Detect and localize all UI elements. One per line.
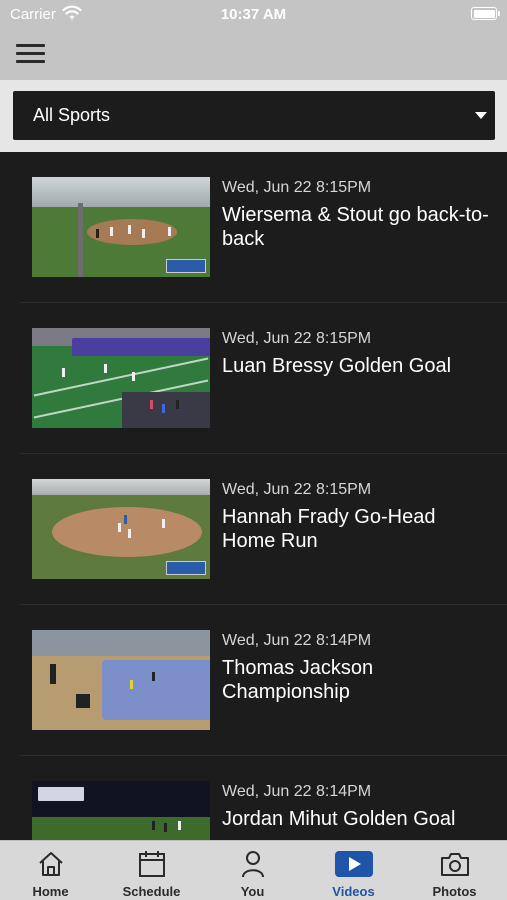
tab-you[interactable]: You — [202, 841, 303, 900]
filter-area: All Sports — [0, 80, 507, 152]
tab-schedule[interactable]: Schedule — [101, 841, 202, 900]
video-item[interactable]: Wed, Jun 22 8:15PM Hannah Frady Go-Head … — [20, 454, 507, 605]
person-icon — [241, 851, 264, 878]
tab-label: Schedule — [122, 884, 181, 899]
calendar-icon — [138, 851, 165, 877]
sport-filter-value: All Sports — [33, 105, 111, 125]
status-bar: Carrier 10:37 AM — [0, 0, 507, 28]
video-thumbnail — [32, 479, 210, 579]
video-date: Wed, Jun 22 8:14PM — [222, 632, 372, 649]
tab-label: Home — [32, 884, 69, 899]
video-list[interactable]: Wed, Jun 22 8:15PM Wiersema & Stout go b… — [0, 152, 507, 840]
video-item[interactable]: Wed, Jun 22 8:14PM Jordan Mihut Golden G… — [20, 756, 507, 840]
video-date: Wed, Jun 22 8:15PM — [222, 481, 372, 498]
video-title: Luan Bressy Golden Goal — [222, 355, 452, 377]
video-title: Jordan Mihut Golden Goal — [222, 808, 456, 830]
home-icon — [38, 852, 63, 876]
battery-icon — [471, 7, 500, 20]
tab-photos[interactable]: Photos — [404, 841, 505, 900]
dropdown-caret-icon — [475, 112, 487, 119]
video-thumbnail — [32, 630, 210, 730]
play-icon — [334, 851, 373, 877]
video-thumbnail — [32, 781, 210, 840]
video-date: Wed, Jun 22 8:15PM — [222, 179, 372, 196]
video-title: Wiersema & Stout go back-to-back — [222, 204, 489, 250]
tab-bar: Home Schedule You Videos Photos — [0, 840, 507, 900]
video-date: Wed, Jun 22 8:14PM — [222, 783, 372, 800]
video-item[interactable]: Wed, Jun 22 8:15PM Luan Bressy Golden Go… — [20, 303, 507, 454]
video-title: Hannah Frady Go-Head Home Run — [222, 506, 436, 552]
video-title: Thomas Jackson Championship — [222, 657, 374, 703]
video-date: Wed, Jun 22 8:15PM — [222, 330, 372, 347]
camera-icon — [440, 853, 469, 876]
tab-label: You — [240, 884, 265, 899]
video-item[interactable]: Wed, Jun 22 8:15PM Wiersema & Stout go b… — [20, 152, 507, 303]
nav-bar — [0, 28, 507, 80]
video-thumbnail — [32, 177, 210, 277]
sport-filter-dropdown[interactable]: All Sports — [13, 91, 495, 140]
clock: 10:37 AM — [220, 6, 287, 23]
video-thumbnail — [32, 328, 210, 428]
tab-videos[interactable]: Videos — [303, 841, 404, 900]
video-item[interactable]: Wed, Jun 22 8:14PM Thomas Jackson Champi… — [20, 605, 507, 756]
tab-label: Videos — [332, 884, 375, 899]
tab-home[interactable]: Home — [0, 841, 101, 900]
tab-label: Photos — [432, 884, 477, 899]
hamburger-menu-icon[interactable] — [14, 42, 48, 66]
